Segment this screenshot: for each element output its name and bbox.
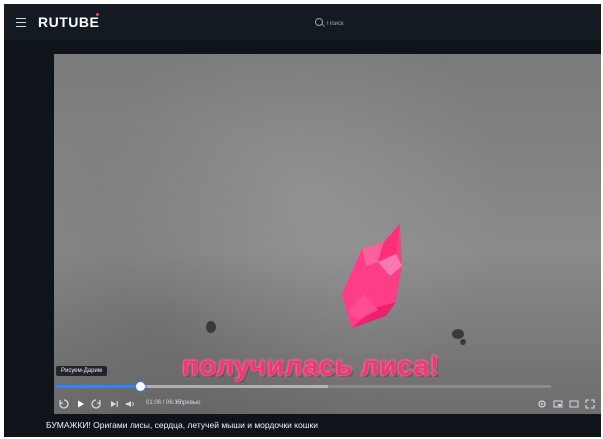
menu-icon[interactable] — [16, 18, 26, 27]
progress-bar[interactable] — [56, 382, 551, 391]
video-player[interactable]: получилась лиса! — [54, 54, 601, 414]
logo-dot — [96, 13, 99, 16]
forward-10-icon[interactable] — [90, 398, 102, 410]
settings-icon[interactable] — [536, 398, 548, 410]
origami-fox-illustration — [342, 224, 402, 328]
search-input[interactable] — [325, 16, 499, 32]
rutube-app: RUTUBE получилась лиса! Рисуем-Дарим — [4, 4, 601, 437]
progress-handle[interactable] — [135, 382, 145, 391]
rutube-logo[interactable]: RUTUBE — [38, 14, 99, 30]
player-controls: 01:06 / 06:15 • превью — [56, 396, 601, 412]
top-bar: RUTUBE — [4, 4, 601, 40]
subtitle-text: получилась лиса! — [182, 350, 440, 381]
theater-icon[interactable] — [568, 398, 580, 410]
speck — [460, 339, 466, 345]
play-icon[interactable] — [74, 398, 86, 410]
fullscreen-icon[interactable] — [584, 398, 596, 410]
speck — [206, 321, 216, 333]
volume-icon[interactable] — [124, 398, 136, 410]
progress-fill — [56, 385, 141, 388]
search-bar[interactable] — [312, 14, 504, 32]
miniplayer-icon[interactable] — [552, 398, 564, 410]
chapter-label[interactable]: • превью — [176, 400, 201, 406]
progress-tooltip: Рисуем-Дарим — [56, 366, 107, 376]
video-title: БУМАЖКИ! Оригами лисы, сердца, летучей м… — [46, 420, 319, 430]
search-icon[interactable] — [315, 18, 323, 26]
next-icon[interactable] — [108, 398, 120, 410]
speck — [452, 329, 464, 339]
replay-10-icon[interactable] — [58, 398, 70, 410]
